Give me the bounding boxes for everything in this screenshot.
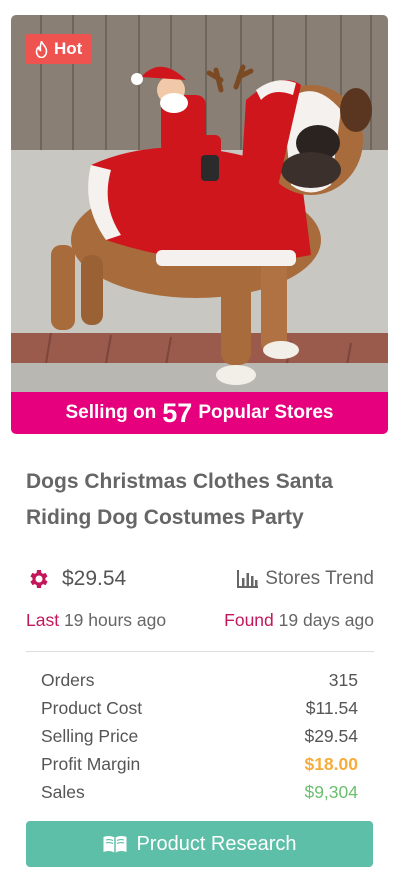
found-value: 19 days ago xyxy=(278,609,374,630)
price-row: $29.54 Stores Trend xyxy=(26,563,374,595)
stat-label: Orders xyxy=(41,670,95,690)
gear-icon[interactable] xyxy=(26,567,50,591)
stat-value: $11.54 xyxy=(305,698,358,718)
store-count: 57 xyxy=(162,397,193,428)
stores-trend-link[interactable]: Stores Trend xyxy=(236,568,374,590)
last-seen: Last 19 hours ago xyxy=(26,610,166,631)
stat-label: Sales xyxy=(41,782,85,802)
selling-suffix: Popular Stores xyxy=(198,402,334,423)
product-research-button[interactable]: Product Research xyxy=(26,821,373,867)
stat-sales: Sales $9,304 xyxy=(41,778,358,806)
bar-chart-icon xyxy=(237,570,259,588)
stats-table: Orders 315 Product Cost $11.54 Selling P… xyxy=(41,666,358,806)
fire-icon xyxy=(35,40,48,58)
found-date: Found 19 days ago xyxy=(224,610,374,631)
meta-row: Last 19 hours ago Found 19 days ago xyxy=(26,606,374,634)
product-photo[interactable] xyxy=(11,15,388,392)
selling-prefix: Selling on xyxy=(65,402,157,423)
last-value: 19 hours ago xyxy=(63,609,167,630)
stat-selling-price: Selling Price $29.54 xyxy=(41,722,358,750)
stat-label: Profit Margin xyxy=(41,754,141,774)
product-image-container: Hot Selling on 57 Popular Stores xyxy=(11,15,388,434)
last-label: Last xyxy=(26,609,60,630)
product-card: Hot Selling on 57 Popular Stores Dogs Ch… xyxy=(0,0,402,879)
stat-label: Product Cost xyxy=(41,698,143,718)
book-icon xyxy=(103,835,127,853)
divider xyxy=(26,651,374,652)
hot-badge-label: Hot xyxy=(54,39,83,58)
stat-label: Selling Price xyxy=(41,726,139,746)
price: $29.54 xyxy=(62,567,127,590)
stores-trend-label: Stores Trend xyxy=(265,568,374,589)
stat-value: $18.00 xyxy=(304,754,358,774)
stat-orders: Orders 315 xyxy=(41,666,358,694)
stat-profit-margin: Profit Margin $18.00 xyxy=(41,750,358,778)
selling-stores-banner: Selling on 57 Popular Stores xyxy=(11,392,388,434)
stat-product-cost: Product Cost $11.54 xyxy=(41,694,358,722)
stat-value: $29.54 xyxy=(304,726,358,746)
product-research-label: Product Research xyxy=(136,832,297,855)
product-title[interactable]: Dogs Christmas Clothes Santa Riding Dog … xyxy=(26,464,376,536)
stat-value: 315 xyxy=(328,670,358,690)
stat-value: $9,304 xyxy=(304,782,358,802)
found-label: Found xyxy=(224,609,274,630)
hot-badge: Hot xyxy=(25,34,93,64)
